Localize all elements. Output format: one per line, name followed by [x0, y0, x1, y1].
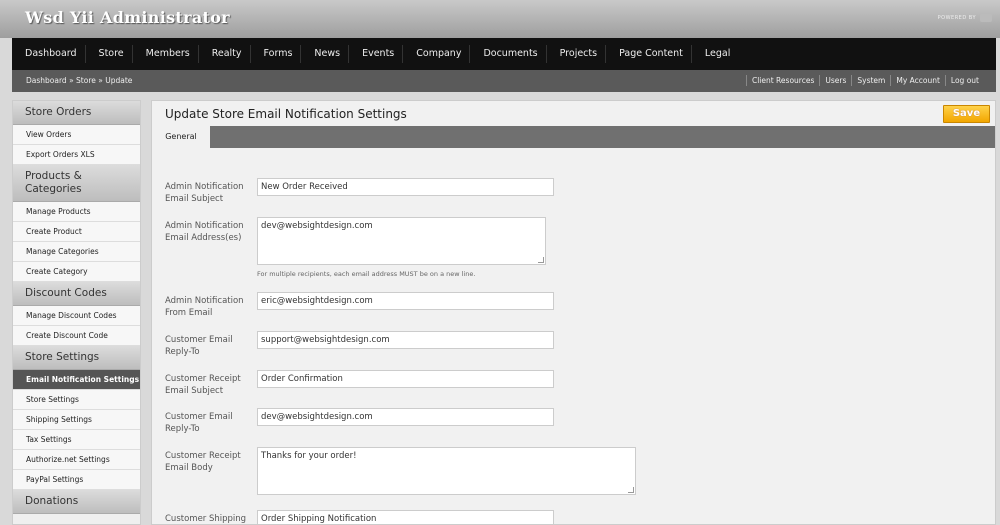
resize-handle-icon[interactable]	[628, 487, 634, 493]
breadcrumb[interactable]: Dashboard » Store » Update	[26, 76, 132, 85]
nav-forms[interactable]: Forms	[251, 45, 302, 63]
sidebar-item-create-category[interactable]: Create Category	[13, 262, 140, 282]
admin-from-email-input[interactable]: eric@websightdesign.com	[257, 292, 554, 310]
sidebar-item-view-orders[interactable]: View Orders	[13, 125, 140, 145]
field-label-admin-email-subject: Admin Notification Email Subject	[165, 182, 244, 204]
nav-legal[interactable]: Legal	[692, 45, 738, 63]
field-label-customer-reply-to-2: Customer Email Reply-To	[165, 412, 233, 434]
nav-page-content[interactable]: Page Content	[606, 45, 692, 63]
app-header: Wsd Yii Administrator POWERED BY	[0, 0, 1000, 38]
sidebar-item-manage-categories[interactable]: Manage Categories	[13, 242, 140, 262]
system-link[interactable]: System	[851, 75, 890, 86]
customer-receipt-subject-input[interactable]: Order Confirmation	[257, 370, 554, 388]
nav-company[interactable]: Company	[403, 45, 471, 63]
sidebar: Store Orders View Orders Export Orders X…	[12, 100, 141, 525]
app-title: Wsd Yii Administrator	[25, 8, 230, 27]
customer-reply-to-input[interactable]: support@websightdesign.com	[257, 331, 554, 349]
admin-email-addresses-value: dev@websightdesign.com	[261, 221, 373, 231]
field-label-admin-email-addresses: Admin Notification Email Address(es)	[165, 221, 244, 243]
users-link[interactable]: Users	[819, 75, 851, 86]
sidebar-item-tax-settings[interactable]: Tax Settings	[13, 430, 140, 450]
content-panel: Update Store Email Notification Settings…	[151, 100, 996, 525]
user-links: Client Resources Users System My Account…	[745, 75, 984, 86]
sidebar-item-authorize-net-settings[interactable]: Authorize.net Settings	[13, 450, 140, 470]
sidebar-item-create-discount-code[interactable]: Create Discount Code	[13, 326, 140, 346]
sub-bar: Dashboard » Store » Update Client Resour…	[12, 70, 996, 92]
nav-projects[interactable]: Projects	[547, 45, 607, 63]
sidebar-item-manage-discount-codes[interactable]: Manage Discount Codes	[13, 306, 140, 326]
page-title: Update Store Email Notification Settings	[165, 107, 407, 121]
nav-realty[interactable]: Realty	[199, 45, 251, 63]
nav-documents[interactable]: Documents	[470, 45, 547, 63]
my-account-link[interactable]: My Account	[890, 75, 945, 86]
save-button[interactable]: Save	[943, 105, 990, 123]
customer-reply-to-2-input[interactable]: dev@websightdesign.com	[257, 408, 554, 426]
sidebar-section-products-categories: Products & Categories	[13, 165, 140, 202]
nav-events[interactable]: Events	[349, 45, 404, 63]
main-nav: Dashboard Store Members Realty Forms New…	[12, 38, 996, 70]
sidebar-item-store-settings[interactable]: Store Settings	[13, 390, 140, 410]
sidebar-item-export-orders[interactable]: Export Orders XLS	[13, 145, 140, 165]
powered-by: POWERED BY	[938, 14, 992, 22]
field-label-admin-from-email: Admin Notification From Email	[165, 296, 244, 318]
customer-receipt-body-value: Thanks for your order!	[261, 451, 357, 461]
admin-email-addresses-textarea[interactable]: dev@websightdesign.com	[257, 217, 546, 265]
customer-receipt-body-textarea[interactable]: Thanks for your order!	[257, 447, 636, 495]
nav-members[interactable]: Members	[133, 45, 199, 63]
sidebar-section-donations: Donations	[13, 490, 140, 514]
nav-store[interactable]: Store	[86, 45, 133, 63]
admin-email-subject-input[interactable]: New Order Received	[257, 178, 554, 196]
log-out-link[interactable]: Log out	[944, 75, 984, 86]
nav-dashboard[interactable]: Dashboard	[12, 45, 86, 63]
sidebar-item-create-product[interactable]: Create Product	[13, 222, 140, 242]
sidebar-item-shipping-settings[interactable]: Shipping Settings	[13, 410, 140, 430]
field-label-customer-receipt-subject: Customer Receipt Email Subject	[165, 374, 241, 396]
client-resources-link[interactable]: Client Resources	[745, 75, 819, 86]
sidebar-item-email-notification-settings[interactable]: Email Notification Settings	[13, 370, 140, 390]
powered-by-logo-icon	[980, 14, 992, 22]
sidebar-item-paypal-settings[interactable]: PayPal Settings	[13, 470, 140, 490]
resize-handle-icon[interactable]	[538, 257, 544, 263]
email-addresses-hint: For multiple recipients, each email addr…	[257, 270, 476, 278]
powered-by-text: POWERED BY	[937, 15, 976, 21]
field-label-customer-shipping: Customer Shipping	[165, 514, 247, 524]
sidebar-section-discount-codes: Discount Codes	[13, 282, 140, 306]
sidebar-section-store-orders: Store Orders	[13, 101, 140, 125]
field-label-customer-receipt-body: Customer Receipt Email Body	[165, 451, 241, 473]
field-label-customer-reply-to: Customer Email Reply-To	[165, 335, 233, 357]
tab-bar: General	[152, 126, 995, 148]
sidebar-item-manage-products[interactable]: Manage Products	[13, 202, 140, 222]
nav-news[interactable]: News	[301, 45, 350, 63]
customer-shipping-input[interactable]: Order Shipping Notification	[257, 510, 554, 524]
sidebar-section-store-settings: Store Settings	[13, 346, 140, 370]
tab-general[interactable]: General	[152, 126, 210, 148]
